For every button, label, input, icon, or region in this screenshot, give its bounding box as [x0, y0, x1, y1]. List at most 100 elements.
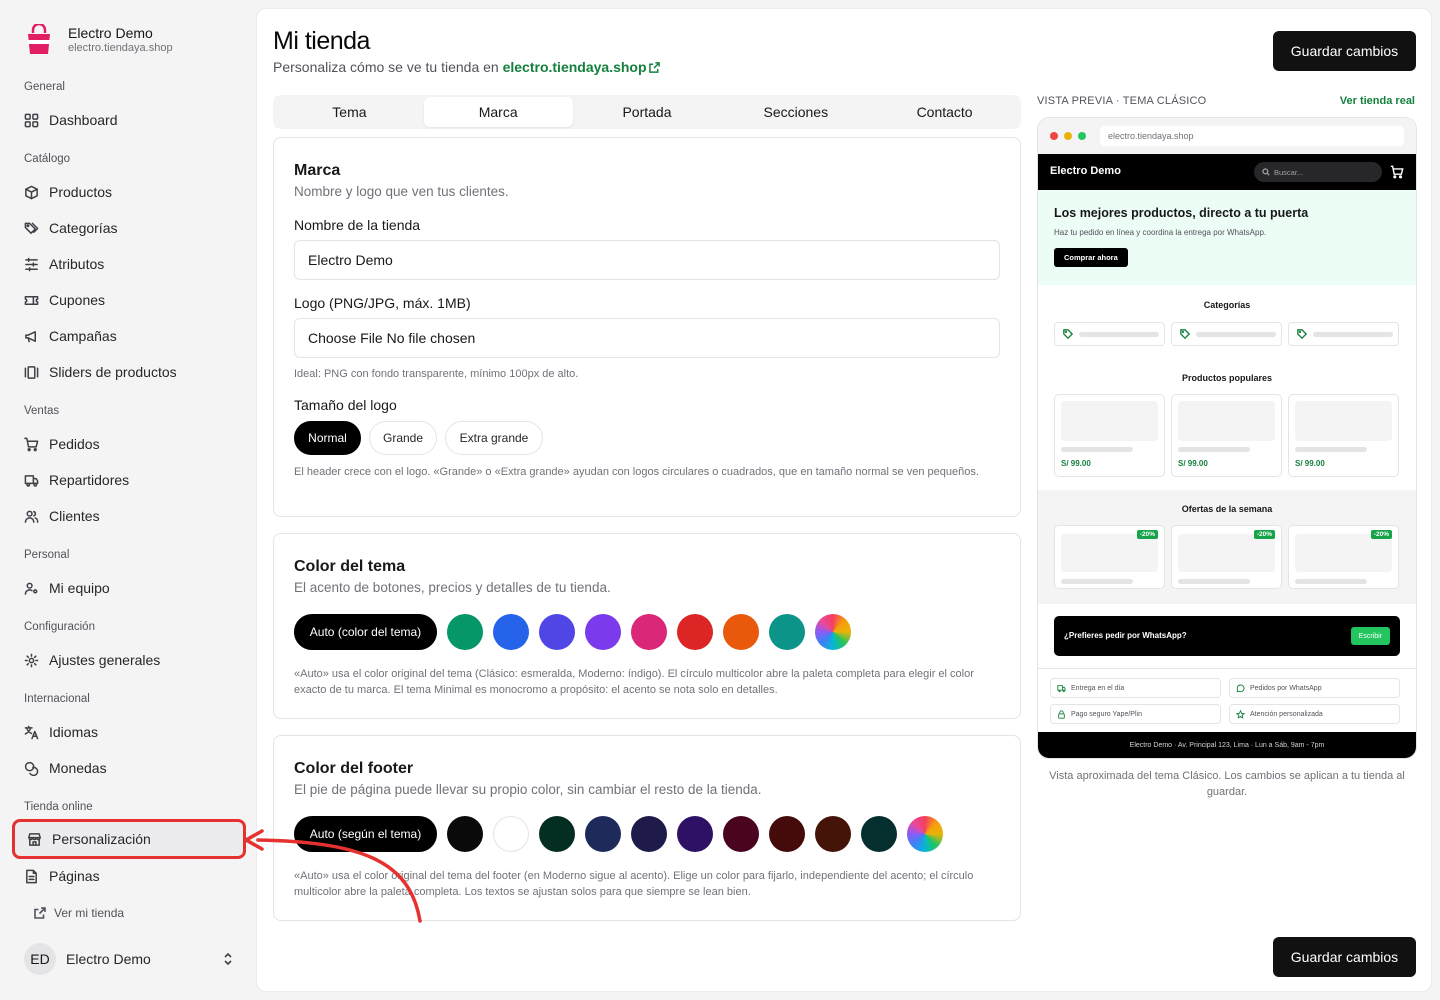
page-subtitle: Personaliza cómo se ve tu tienda en elec…	[273, 59, 660, 75]
tag-icon	[1063, 329, 1073, 339]
footer-color-swatch[interactable]	[677, 816, 713, 852]
preview-category	[1171, 322, 1282, 346]
sidebar-item-idiomas[interactable]: Idiomas	[24, 722, 98, 742]
footer-color-swatch[interactable]	[815, 816, 851, 852]
feature-label: Pedidos por WhatsApp	[1250, 684, 1322, 692]
size-normal[interactable]: Normal	[294, 421, 361, 455]
sidebar-item-personalizacion[interactable]: Personalización	[12, 819, 246, 859]
sidebar-item-label: Idiomas	[49, 724, 99, 740]
users-icon	[24, 510, 39, 523]
footer-color-swatch[interactable]	[631, 816, 667, 852]
file-status: No file chosen	[386, 330, 476, 346]
group-personal: Personal	[24, 549, 70, 561]
footer-auto-option[interactable]: Auto (según el tema)	[294, 816, 437, 852]
feature-label: Atención personalizada	[1250, 710, 1323, 718]
placeholder-bar	[1313, 331, 1393, 337]
preview-hero: Los mejores productos, directo a tu puer…	[1038, 190, 1416, 285]
footer-color-swatch[interactable]	[723, 816, 759, 852]
size-grande[interactable]: Grande	[369, 421, 437, 455]
sidebar-item-atributos[interactable]: Atributos	[24, 254, 104, 274]
whatsapp-banner-text: ¿Prefieres pedir por WhatsApp?	[1064, 631, 1187, 640]
discount-badge: -20%	[1136, 530, 1158, 539]
sidebar: Electro Demo electro.tiendaya.shop Gener…	[0, 0, 256, 1000]
brand[interactable]: Electro Demo electro.tiendaya.shop	[24, 24, 173, 56]
placeholder-bar	[1295, 579, 1367, 584]
sidebar-item-productos[interactable]: Productos	[24, 182, 112, 202]
theme-color-swatch[interactable]	[769, 614, 805, 650]
footer-color-swatch[interactable]	[585, 816, 621, 852]
preview-feature: Pago seguro Yape/Plin	[1050, 704, 1221, 724]
theme-auto-option[interactable]: Auto (color del tema)	[294, 614, 437, 650]
theme-color-swatch[interactable]	[493, 614, 529, 650]
tags-icon	[24, 222, 39, 234]
placeholder-bar	[1196, 331, 1276, 337]
footer-color-swatch[interactable]	[447, 816, 483, 852]
theme-color-swatch[interactable]	[539, 614, 575, 650]
preview-brand: Electro Demo	[1050, 165, 1121, 177]
footer-color-swatch[interactable]	[493, 816, 529, 852]
preview-hero-button: Comprar ahora	[1054, 248, 1128, 267]
theme-color-swatch[interactable]	[723, 614, 759, 650]
ticket-icon	[24, 295, 39, 305]
product-image-placeholder	[1295, 401, 1392, 441]
tab-marca[interactable]: Marca	[423, 97, 573, 127]
save-button-bottom[interactable]: Guardar cambios	[1273, 937, 1416, 977]
footer-color-swatch[interactable]	[861, 816, 897, 852]
footer-color-custom-color-picker[interactable]	[907, 816, 943, 852]
sidebar-item-ajustes[interactable]: Ajustes generales	[24, 650, 160, 670]
sidebar-item-label: Pedidos	[49, 436, 100, 452]
offer-image-placeholder	[1061, 534, 1158, 572]
sidebar-item-campanas[interactable]: Campañas	[24, 326, 117, 346]
sliders-icon	[25, 257, 38, 271]
sidebar-item-dashboard[interactable]: Dashboard	[24, 110, 118, 130]
logo-label: Logo (PNG/JPG, máx. 1MB)	[294, 295, 471, 311]
footer-color-swatch[interactable]	[769, 816, 805, 852]
group-catalogo: Catálogo	[24, 153, 71, 165]
footer-color-desc: El pie de página puede llevar su propio …	[294, 782, 762, 797]
size-extra-grande[interactable]: Extra grande	[445, 421, 543, 455]
sidebar-item-categorias[interactable]: Categorías	[24, 218, 117, 238]
tab-secciones[interactable]: Secciones	[721, 97, 870, 127]
sidebar-item-pedidos[interactable]: Pedidos	[24, 434, 100, 454]
theme-color-swatch[interactable]	[585, 614, 621, 650]
theme-color-swatch[interactable]	[631, 614, 667, 650]
theme-color-swatch[interactable]	[677, 614, 713, 650]
main-panel: Mi tienda Personaliza cómo se ve tu tien…	[256, 8, 1432, 992]
store-link-text: electro.tiendaya.shop	[502, 59, 647, 75]
sidebar-item-sliders[interactable]: Sliders de productos	[24, 362, 177, 382]
footer-color-title: Color del footer	[294, 760, 414, 777]
offer-image-placeholder	[1295, 534, 1392, 572]
sidebar-item-monedas[interactable]: Monedas	[24, 758, 107, 778]
preview-hero-subtitle: Haz tu pedido en línea y coordina la ent…	[1054, 228, 1267, 237]
sidebar-item-cupones[interactable]: Cupones	[24, 290, 105, 310]
sidebar-item-label: Categorías	[49, 220, 118, 236]
sidebar-item-clientes[interactable]: Clientes	[24, 506, 100, 526]
theme-color-custom-color-picker[interactable]	[815, 614, 851, 650]
choose-file-button[interactable]: Choose File	[308, 330, 383, 346]
sidebar-item-label: Mi equipo	[49, 580, 110, 596]
store-link[interactable]: electro.tiendaya.shop	[503, 59, 660, 75]
account-switcher[interactable]: ED Electro Demo	[24, 943, 234, 975]
sidebar-item-mi-equipo[interactable]: Mi equipo	[24, 578, 110, 598]
tab-contacto[interactable]: Contacto	[870, 97, 1019, 127]
tab-tema[interactable]: Tema	[275, 97, 424, 127]
view-store-link[interactable]: Ver mi tienda	[34, 906, 124, 920]
grid-icon	[24, 113, 39, 127]
chat-icon	[1236, 684, 1245, 692]
page-title: Mi tienda	[273, 27, 370, 55]
view-real-store-link[interactable]: Ver tienda real	[1340, 95, 1415, 107]
logo-file-input[interactable]: Choose File No file chosen	[294, 318, 1000, 358]
discount-badge: -20%	[1253, 530, 1275, 539]
sidebar-item-repartidores[interactable]: Repartidores	[24, 470, 129, 490]
store-name-input[interactable]: Electro Demo	[294, 240, 1000, 280]
preview-offer-card: -20%	[1054, 525, 1165, 589]
save-button-top[interactable]: Guardar cambios	[1273, 31, 1416, 71]
size-hint: El header crece con el logo. «Grande» o …	[294, 466, 979, 478]
preview-frame: electro.tiendaya.shop Electro Demo Busca…	[1037, 117, 1417, 759]
sidebar-item-paginas[interactable]: Páginas	[24, 866, 100, 886]
theme-color-swatch[interactable]	[447, 614, 483, 650]
preview-offer-card: -20%	[1171, 525, 1282, 589]
preview-offers-title: Ofertas de la semana	[1181, 504, 1273, 514]
footer-color-swatch[interactable]	[539, 816, 575, 852]
tab-portada[interactable]: Portada	[573, 97, 722, 127]
